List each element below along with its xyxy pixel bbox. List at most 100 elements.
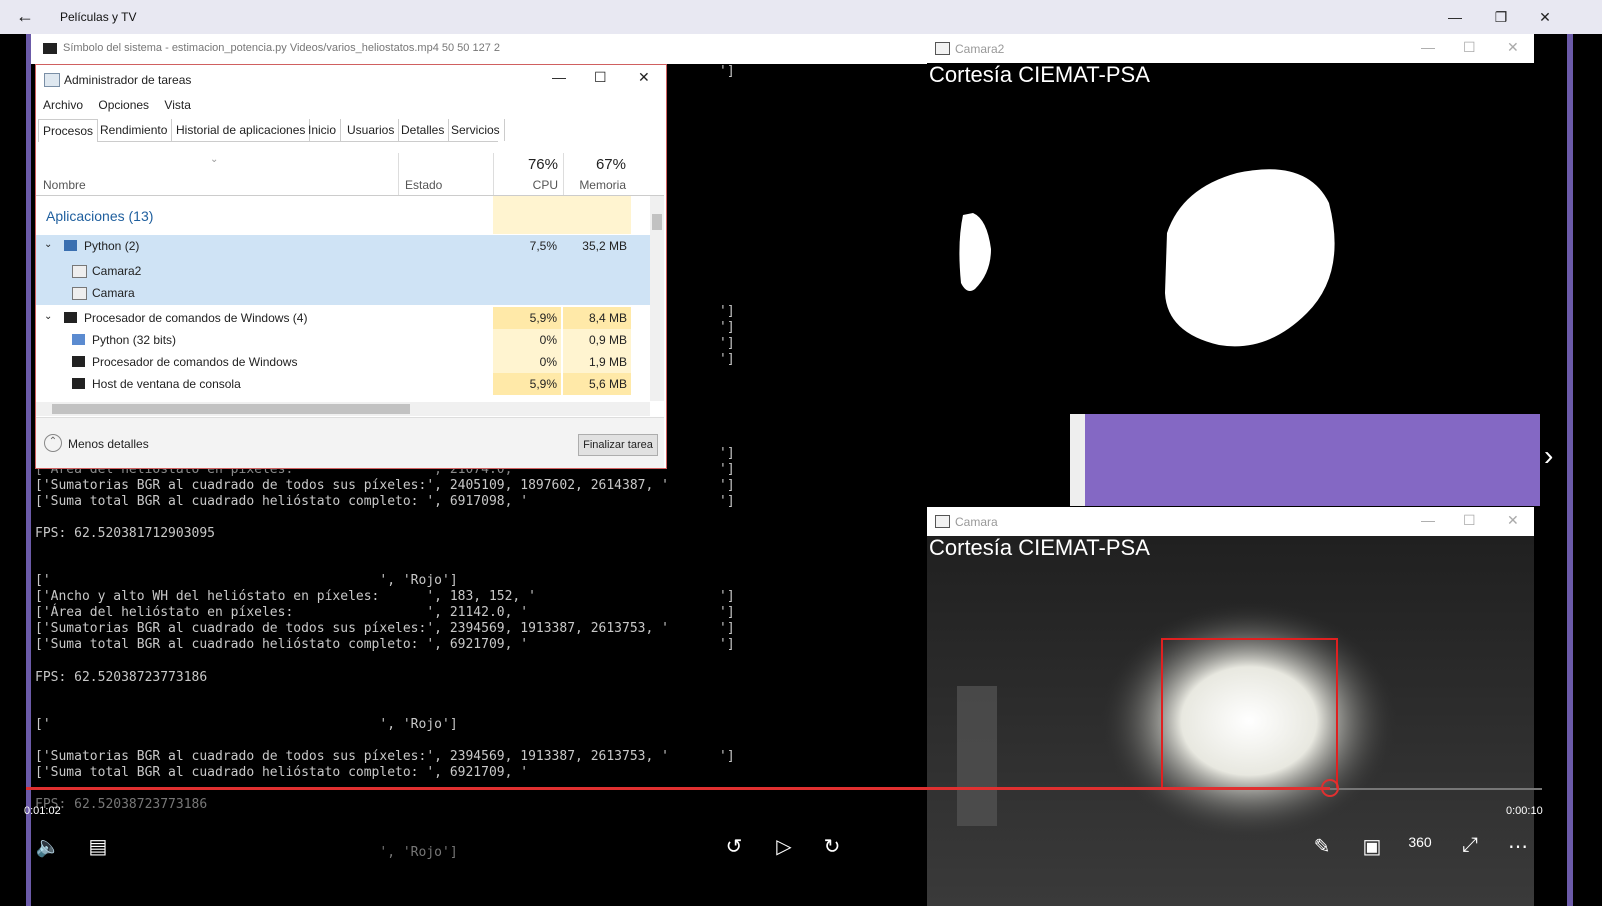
cpu-percent: 76%	[527, 156, 558, 173]
console-line: ['Suma total BGR al cuadrado helióstato …	[35, 637, 529, 652]
table-row[interactable]: Camara2	[36, 260, 650, 282]
restore-button[interactable]: ❐	[1478, 0, 1524, 34]
camara2-titlebar: Camara2 — ☐ ✕	[927, 34, 1534, 63]
console-bracket: ']	[719, 637, 735, 652]
skip-back-10-icon[interactable]: ↺	[714, 834, 754, 859]
console-line: FPS: 62.52038723773186	[35, 797, 208, 812]
camara-window: Camara — ☐ ✕ Cortesía CIEMAT-PSA	[927, 507, 1534, 906]
process-name: Python (2)	[84, 239, 140, 253]
column-status[interactable]: Estado	[405, 178, 442, 192]
cmd-window-titlebar: Símbolo del sistema - estimacion_potenci…	[31, 34, 951, 64]
window-icon	[72, 287, 87, 300]
minimize-button[interactable]: —	[1421, 512, 1435, 528]
window-icon	[935, 515, 950, 528]
process-name: Python (32 bits)	[92, 333, 177, 347]
close-button[interactable]: ✕	[1522, 0, 1568, 34]
seek-bar-progress	[26, 787, 1330, 790]
less-details-link[interactable]: Menos detalles	[68, 437, 149, 451]
console-line: [' ', 'Rojo']	[35, 573, 458, 588]
column-memory[interactable]: Memoria	[564, 178, 626, 192]
column-name[interactable]: Nombre	[43, 178, 86, 192]
menu-vista[interactable]: Vista	[164, 98, 190, 112]
console-line: ['Ancho y alto WH del helióstato en píxe…	[35, 589, 536, 604]
menu-archivo[interactable]: Archivo	[43, 98, 83, 112]
console-bracket: ']	[719, 478, 735, 493]
console-bracket: ']	[719, 494, 735, 509]
tab-usuarios[interactable]: Usuarios	[343, 119, 400, 141]
cmd-icon	[64, 312, 77, 323]
divider	[398, 153, 399, 195]
group-header: Aplicaciones (13)	[36, 196, 650, 234]
console-line: ['Sumatorias BGR al cuadrado de todos su…	[35, 621, 669, 636]
tab-procesos[interactable]: Procesos	[38, 119, 99, 142]
column-cpu[interactable]: CPU	[494, 178, 558, 192]
minimize-button[interactable]: —	[1432, 0, 1478, 34]
close-button[interactable]: ✕	[1507, 512, 1519, 529]
process-memory: 0,9 MB	[563, 329, 631, 351]
volume-icon[interactable]: 🔈	[28, 834, 68, 859]
chevron-right-icon[interactable]: ›	[1544, 440, 1553, 472]
console-line: [' ', 'Rojo']	[35, 717, 458, 732]
camara2-window: Camara2 — ☐ ✕ Cortesía CIEMAT-PSA	[927, 34, 1534, 414]
tab-inicio[interactable]: Inicio	[304, 119, 342, 141]
console-line: ['Sumatorias BGR al cuadrado de todos su…	[35, 478, 669, 493]
close-button[interactable]: ✕	[638, 69, 650, 86]
edit-icon[interactable]: ✎	[1302, 834, 1342, 859]
cpu-cell	[493, 196, 563, 234]
table-row[interactable]: Camara	[36, 282, 650, 304]
close-button[interactable]: ✕	[1507, 39, 1519, 56]
process-memory: 8,4 MB	[563, 307, 631, 329]
skip-forward-30-icon[interactable]: ↻	[812, 834, 852, 859]
window-icon	[72, 265, 87, 278]
table-row[interactable]: Host de ventana de consola 5,9% 5,6 MB	[36, 373, 650, 395]
scrollbar-thumb[interactable]	[52, 404, 410, 414]
binary-mask-image	[959, 169, 1335, 347]
seek-thumb[interactable]	[1320, 779, 1339, 797]
column-header: ⌄ Nombre Estado 76% CPU 67% Memoria	[36, 153, 664, 196]
console-line: FPS: 62.52038723773186	[35, 670, 208, 685]
scrollbar-thumb[interactable]	[652, 214, 662, 230]
minimize-button[interactable]: —	[552, 69, 566, 85]
chevron-down-icon[interactable]: ⌄	[44, 311, 52, 322]
tab-bar: Procesos Rendimiento Historial de aplica…	[38, 119, 505, 142]
360-view-icon[interactable]: 360	[1400, 834, 1440, 850]
console-bracket: ']	[719, 64, 735, 79]
console-line: ['Área del helióstato en píxeles: ', 211…	[35, 605, 529, 620]
memory-percent: 67%	[595, 156, 626, 173]
minimize-button[interactable]: —	[1421, 39, 1435, 55]
tab-rendimiento[interactable]: Rendimiento	[96, 119, 173, 141]
vertical-scrollbar[interactable]	[650, 196, 664, 401]
table-row[interactable]: ⌄ Procesador de comandos de Windows (4) …	[36, 307, 650, 329]
video-border-right	[1567, 34, 1573, 906]
maximize-button[interactable]: ☐	[1463, 39, 1476, 56]
tab-servicios[interactable]: Servicios	[447, 119, 505, 141]
subtitles-icon[interactable]: ▤	[78, 834, 118, 859]
console-bracket: ']	[719, 352, 735, 367]
arrow-left-icon[interactable]: ←	[16, 6, 34, 27]
process-cpu: 0%	[493, 351, 561, 373]
console-bracket: ']	[719, 749, 735, 764]
python-icon	[72, 334, 85, 345]
end-task-button[interactable]: Finalizar tarea	[578, 434, 658, 456]
chevron-down-icon[interactable]: ⌄	[44, 239, 52, 250]
process-list: Aplicaciones (13) ⌄ Python (2) 7,5% 35,2…	[36, 196, 650, 401]
table-row[interactable]: Python (32 bits) 0% 0,9 MB	[36, 329, 650, 351]
console-bracket: ']	[719, 621, 735, 636]
table-row[interactable]: Procesador de comandos de Windows 0% 1,9…	[36, 351, 650, 373]
memory-cell	[563, 196, 631, 234]
process-cpu: 0%	[493, 329, 561, 351]
table-row[interactable]: ⌄ Python (2) 7,5% 35,2 MB	[36, 235, 650, 257]
more-options-icon[interactable]: ⋯	[1498, 834, 1538, 859]
menu-opciones[interactable]: Opciones	[98, 98, 149, 112]
horizontal-scrollbar[interactable]	[36, 402, 650, 416]
maximize-button[interactable]: ☐	[594, 69, 607, 86]
tab-detalles[interactable]: Detalles	[397, 119, 450, 141]
chevron-up-icon[interactable]: ⌃	[44, 434, 62, 452]
maximize-button[interactable]: ☐	[1463, 512, 1476, 529]
play-icon[interactable]: ▷	[764, 834, 804, 859]
console-bracket: ']	[719, 336, 735, 351]
cmd-icon	[43, 43, 57, 54]
mini-view-icon[interactable]: ▣	[1352, 834, 1392, 859]
fullscreen-icon[interactable]: ⤢	[1450, 834, 1490, 857]
tab-historial[interactable]: Historial de aplicaciones	[172, 119, 311, 141]
